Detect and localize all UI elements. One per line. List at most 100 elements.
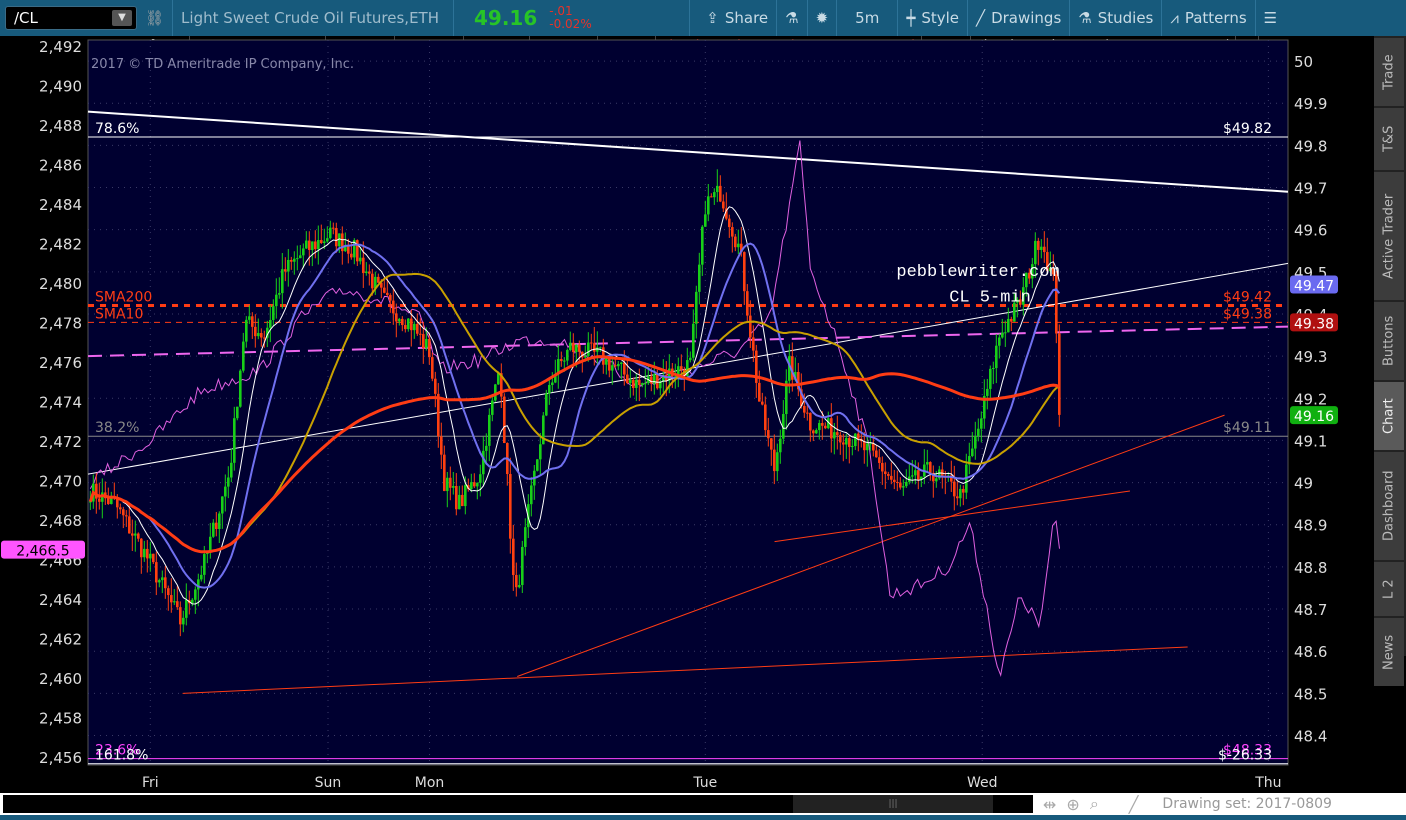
level-price-label: $49.42: [1223, 290, 1272, 306]
sidebar-tab-chart[interactable]: Chart: [1374, 380, 1404, 450]
candle-body: [1010, 318, 1013, 322]
candle-body: [122, 509, 125, 516]
candle-body: [530, 485, 533, 505]
drawings-button[interactable]: ╱ Drawings: [968, 0, 1071, 36]
candle-body: [365, 271, 368, 274]
candle-body: [956, 496, 959, 499]
candle-body: [1040, 246, 1043, 250]
share-button[interactable]: ⇪ Share: [698, 0, 778, 36]
candle-body: [281, 269, 284, 294]
candle-body: [224, 486, 227, 497]
sidebar-tab-dashboard[interactable]: Dashboard: [1374, 450, 1404, 560]
candle-body: [692, 323, 695, 358]
candle-body: [161, 577, 164, 581]
scrollbar-thumb[interactable]: |||: [793, 795, 993, 813]
candle-body: [215, 522, 218, 529]
candle-body: [641, 383, 644, 386]
candle-body: [491, 400, 494, 415]
candle-body: [1034, 240, 1037, 265]
sidebar-tab-news[interactable]: News: [1374, 616, 1404, 686]
style-button[interactable]: ┿ Style: [898, 0, 969, 36]
left-axis-tick: 2,488: [39, 117, 82, 135]
candle-body: [632, 379, 635, 388]
menu-button[interactable]: ☰: [1256, 0, 1285, 36]
symbol-description: Light Sweet Crude Oil Futures,ETH: [181, 9, 439, 27]
candle-body: [239, 370, 242, 407]
candle-body: [590, 342, 593, 344]
candle-body: [806, 412, 809, 414]
plot-area[interactable]: [87, 39, 1289, 766]
time-scrollbar[interactable]: |||: [3, 795, 1033, 813]
candle-body: [125, 515, 128, 517]
candle-body: [152, 553, 155, 563]
x-axis-tick: Sun: [315, 775, 342, 791]
candle-body: [107, 498, 110, 505]
level-label: SMA10: [95, 306, 143, 322]
candle-body: [323, 241, 326, 244]
right-axis-tick: 48.9: [1294, 517, 1327, 535]
zoom-icon[interactable]: ⌕: [1090, 794, 1099, 814]
candle-body: [296, 258, 299, 260]
drawing-tool-icon[interactable]: ╱: [1129, 795, 1139, 814]
patterns-button[interactable]: ⩘ Patterns: [1162, 0, 1256, 36]
candle-body: [848, 438, 851, 447]
left-axis-tick: 2,486: [39, 156, 82, 174]
level-price-label: $-26.33: [1218, 748, 1272, 764]
crosshair-icon[interactable]: ⊕: [1066, 795, 1079, 814]
candle-body: [476, 482, 479, 487]
settings-button[interactable]: ✹: [808, 0, 838, 36]
candle-body: [404, 325, 407, 330]
sidebar-tab-l-2[interactable]: L 2: [1374, 560, 1404, 616]
candle-body: [482, 450, 485, 475]
candle-body: [410, 318, 413, 331]
symbol-selector[interactable]: /CL ▼: [5, 6, 137, 30]
link-icon[interactable]: ⛓: [145, 9, 164, 27]
studies-button[interactable]: ⚗ Studies: [1070, 0, 1163, 36]
last-price: 49.16: [474, 6, 538, 30]
candle-body: [218, 513, 221, 529]
candle-body: [803, 405, 806, 413]
candle-body: [332, 227, 335, 229]
timeframe-button[interactable]: 5m: [837, 0, 899, 36]
candle-body: [878, 457, 881, 463]
candle-body: [521, 546, 524, 586]
left-axis-tick: 2,482: [39, 235, 82, 253]
candle-body: [770, 438, 773, 450]
candle-body: [1043, 246, 1046, 253]
candle-body: [416, 323, 419, 334]
candle-body: [551, 382, 554, 386]
candle-body: [680, 366, 683, 370]
sidebar-tab-trade[interactable]: Trade: [1374, 36, 1404, 106]
sidebar-tab-buttons[interactable]: Buttons: [1374, 300, 1404, 380]
price-chart[interactable]: 5049.949.849.749.649.549.449.349.249.149…: [0, 36, 1374, 793]
chevron-down-icon[interactable]: ▼: [112, 10, 132, 26]
candle-body: [593, 343, 596, 352]
left-axis-tick: 2,476: [39, 354, 82, 372]
candle-body: [311, 241, 314, 251]
sidebar-tab-t-s[interactable]: T&S: [1374, 106, 1404, 170]
candle-body: [626, 374, 629, 384]
flask-button[interactable]: ⚗: [777, 0, 808, 36]
candle-body: [962, 488, 965, 493]
candle-body: [713, 192, 716, 198]
price-badge-text: 49.38: [1294, 316, 1334, 332]
candle-body: [569, 342, 572, 351]
pan-icon[interactable]: ⇹: [1043, 795, 1056, 814]
candle-body: [854, 433, 857, 447]
right-axis-tick: 49.1: [1294, 432, 1327, 450]
flask-icon: ⚗: [1078, 9, 1092, 27]
candle-body: [731, 227, 734, 237]
right-axis-tick: 48.4: [1294, 727, 1327, 745]
candle-body: [563, 360, 566, 362]
candle-body: [689, 357, 692, 361]
candle-body: [899, 482, 902, 488]
candle-body: [146, 548, 149, 559]
candle-body: [377, 276, 380, 283]
candle-body: [134, 533, 137, 536]
candle-body: [542, 415, 545, 445]
sidebar-tab-active-trader[interactable]: Active Trader: [1374, 170, 1404, 300]
candle-body: [443, 454, 446, 492]
left-axis-tick: 2,478: [39, 314, 82, 332]
drawing-set-selector[interactable]: Drawing set: 2017-0809: [1162, 796, 1332, 812]
menu-icon: ☰: [1263, 9, 1278, 27]
